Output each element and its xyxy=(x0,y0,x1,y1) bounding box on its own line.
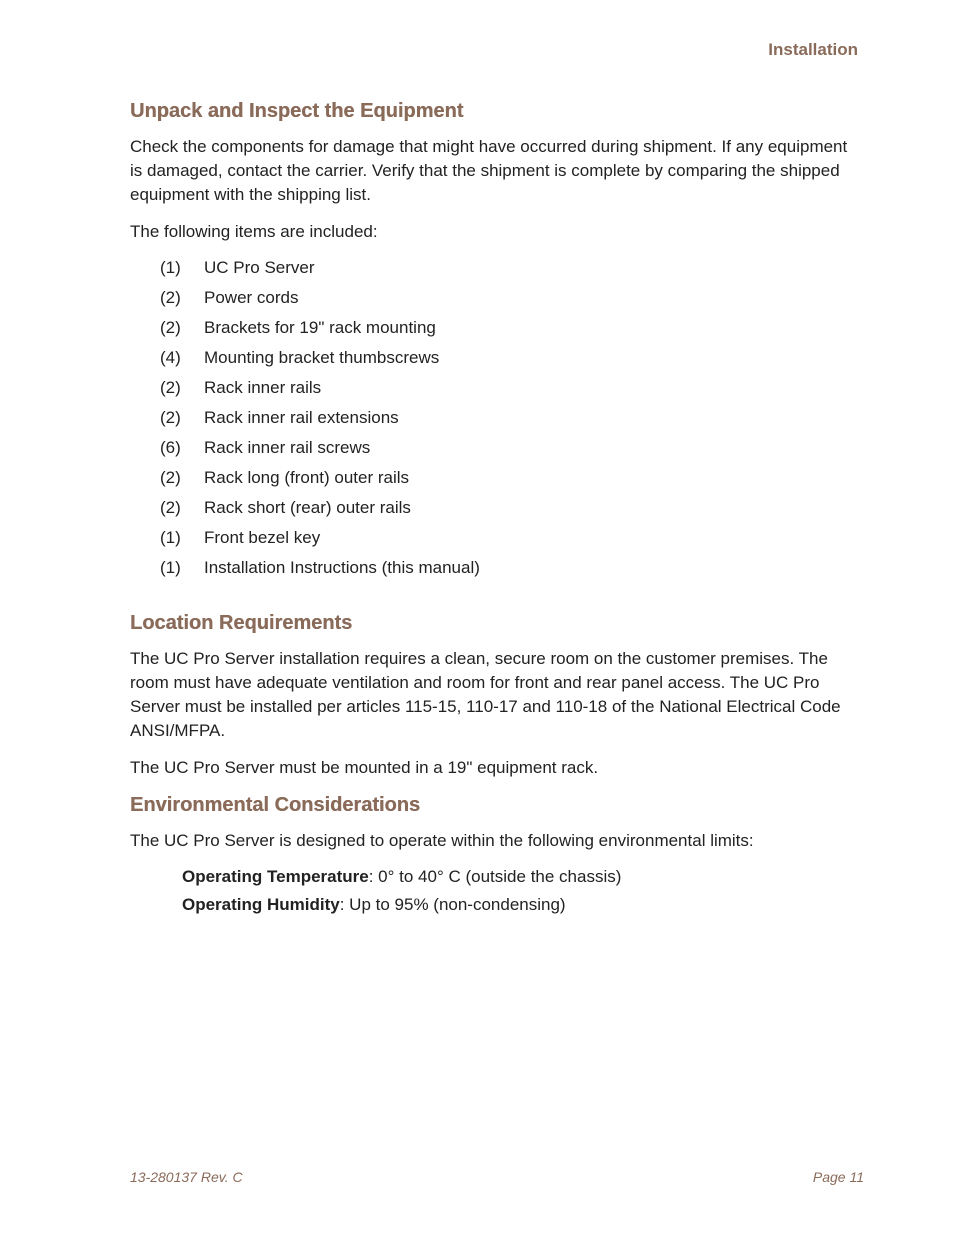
item-qty: (2) xyxy=(160,378,204,398)
spec-label: Operating Temperature xyxy=(182,867,369,886)
item-desc: Brackets for 19" rack mounting xyxy=(204,318,436,338)
item-qty: (2) xyxy=(160,498,204,518)
item-qty: (1) xyxy=(160,528,204,548)
item-qty: (2) xyxy=(160,408,204,428)
list-item: (1)Front bezel key xyxy=(160,528,864,548)
item-qty: (1) xyxy=(160,558,204,578)
list-item: (4)Mounting bracket thumbscrews xyxy=(160,348,864,368)
spec-block: Operating Temperature: 0° to 40° C (outs… xyxy=(130,867,864,915)
item-qty: (6) xyxy=(160,438,204,458)
item-desc: Rack inner rail screws xyxy=(204,438,370,458)
list-item: (2)Rack short (rear) outer rails xyxy=(160,498,864,518)
heading-location: Location Requirements xyxy=(130,612,864,635)
spec-value: : 0° to 40° C (outside the chassis) xyxy=(369,867,622,886)
item-desc: Rack long (front) outer rails xyxy=(204,468,409,488)
list-item: (2)Rack inner rail extensions xyxy=(160,408,864,428)
item-desc: Installation Instructions (this manual) xyxy=(204,558,480,578)
included-items-list: (1)UC Pro Server (2)Power cords (2)Brack… xyxy=(130,258,864,578)
heading-unpack: Unpack and Inspect the Equipment xyxy=(130,100,864,123)
paragraph: The UC Pro Server must be mounted in a 1… xyxy=(130,756,864,780)
spec-humidity: Operating Humidity: Up to 95% (non-conde… xyxy=(182,895,864,915)
footer-doc-id: 13-280137 Rev. C xyxy=(130,1169,243,1185)
item-qty: (4) xyxy=(160,348,204,368)
list-item: (1)Installation Instructions (this manua… xyxy=(160,558,864,578)
list-item: (6)Rack inner rail screws xyxy=(160,438,864,458)
item-desc: Front bezel key xyxy=(204,528,320,548)
item-desc: Rack short (rear) outer rails xyxy=(204,498,411,518)
item-desc: Rack inner rails xyxy=(204,378,321,398)
heading-environmental: Environmental Considerations xyxy=(130,794,864,817)
item-desc: Power cords xyxy=(204,288,298,308)
paragraph: The UC Pro Server installation requires … xyxy=(130,647,864,742)
item-qty: (2) xyxy=(160,318,204,338)
item-qty: (2) xyxy=(160,288,204,308)
page-footer: 13-280137 Rev. C Page 11 xyxy=(130,1169,864,1185)
item-desc: Rack inner rail extensions xyxy=(204,408,399,428)
spec-value: : Up to 95% (non-condensing) xyxy=(340,895,566,914)
paragraph: Check the components for damage that mig… xyxy=(130,135,864,206)
header-section-label: Installation xyxy=(130,40,864,60)
list-item: (2)Power cords xyxy=(160,288,864,308)
list-item: (1)UC Pro Server xyxy=(160,258,864,278)
footer-page-number: Page 11 xyxy=(813,1169,864,1185)
spec-label: Operating Humidity xyxy=(182,895,340,914)
item-qty: (1) xyxy=(160,258,204,278)
paragraph: The UC Pro Server is designed to operate… xyxy=(130,829,864,853)
list-item: (2)Brackets for 19" rack mounting xyxy=(160,318,864,338)
spec-temperature: Operating Temperature: 0° to 40° C (outs… xyxy=(182,867,864,887)
list-item: (2)Rack inner rails xyxy=(160,378,864,398)
item-qty: (2) xyxy=(160,468,204,488)
item-desc: UC Pro Server xyxy=(204,258,315,278)
list-item: (2)Rack long (front) outer rails xyxy=(160,468,864,488)
page-content: Installation Unpack and Inspect the Equi… xyxy=(0,0,954,1235)
paragraph: The following items are included: xyxy=(130,220,864,244)
item-desc: Mounting bracket thumbscrews xyxy=(204,348,439,368)
